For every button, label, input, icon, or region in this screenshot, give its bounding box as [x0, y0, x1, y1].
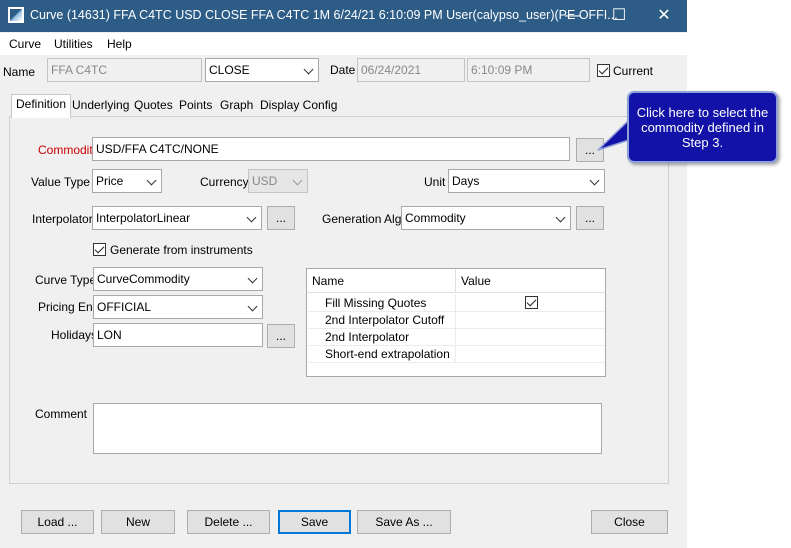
properties-table: Name Value Fill Missing Quotes 2nd Inter…: [306, 268, 606, 377]
currency-value: USD: [252, 174, 278, 188]
menu-curve[interactable]: Curve: [9, 37, 41, 51]
chevron-down-icon: [555, 212, 566, 223]
commodity-field[interactable]: USD/FFA C4TC/NONE: [92, 137, 570, 161]
new-button[interactable]: New: [101, 510, 175, 534]
holidays-button[interactable]: ...: [267, 324, 295, 348]
pricing-env-label: Pricing Env: [38, 300, 99, 314]
interpolator-value: InterpolatorLinear: [96, 211, 191, 225]
current-label: Current: [613, 64, 654, 78]
date-label: Date: [330, 63, 356, 77]
current-checkbox[interactable]: [597, 64, 610, 77]
column-header-value[interactable]: Value: [456, 269, 605, 293]
value-type-value: Price: [96, 174, 124, 188]
chevron-down-icon: [303, 64, 314, 75]
title-bar[interactable]: Curve (14631) FFA C4TC USD CLOSE FFA C4T…: [0, 0, 687, 32]
generation-value: Commodity: [405, 211, 466, 225]
minimize-icon: —: [565, 7, 581, 24]
close-icon: ✕: [657, 7, 671, 24]
window-title: Curve (14631) FFA C4TC USD CLOSE FFA C4T…: [30, 8, 618, 22]
interpolator-button[interactable]: ...: [267, 206, 295, 230]
minimize-button[interactable]: —: [550, 0, 596, 32]
save-as-button[interactable]: Save As ...: [357, 510, 451, 534]
row-name: 2nd Interpolator Cutoff: [325, 313, 445, 327]
interpolator-label: Interpolator: [32, 212, 93, 226]
chevron-down-icon: [292, 175, 303, 186]
tab-definition[interactable]: Definition: [11, 94, 72, 118]
row-name: Short-end extrapolation: [325, 347, 450, 361]
column-header-name[interactable]: Name: [307, 269, 456, 293]
currency-label: Currency: [200, 175, 249, 189]
fill-missing-quotes-checkbox[interactable]: [525, 296, 538, 309]
curve-type-label: Curve Type: [35, 273, 97, 287]
menu-help[interactable]: Help: [107, 37, 132, 51]
name-field[interactable]: FFA C4TC: [47, 58, 202, 82]
unit-label: Unit: [424, 175, 446, 189]
holidays-label: Holidays: [51, 328, 98, 342]
pricing-env-select[interactable]: OFFICIAL: [93, 295, 263, 319]
row-divider: [308, 328, 605, 329]
menu-utilities[interactable]: Utilities: [54, 37, 93, 51]
callout-pointer: [597, 118, 630, 151]
tab-underlying[interactable]: Underlying: [68, 96, 133, 116]
instruction-callout: Click here to select the commodity defin…: [627, 91, 778, 163]
name-label: Name: [3, 65, 36, 79]
currency-select[interactable]: USD: [248, 169, 308, 193]
chevron-down-icon: [146, 175, 157, 186]
chevron-down-icon: [589, 175, 600, 186]
comment-textarea[interactable]: [93, 403, 602, 454]
chevron-down-icon: [246, 212, 257, 223]
curve-type-value: CurveCommodity: [97, 272, 190, 286]
value-type-select[interactable]: Price: [92, 169, 162, 193]
row-divider: [308, 362, 605, 363]
close-button[interactable]: Close: [591, 510, 668, 534]
value-type-label: Value Type: [31, 175, 90, 189]
row-name: 2nd Interpolator: [325, 330, 410, 344]
chevron-down-icon: [247, 301, 258, 312]
column-divider: [455, 294, 456, 362]
interpolator-select[interactable]: InterpolatorLinear: [92, 206, 262, 230]
tab-points[interactable]: Points: [175, 96, 216, 116]
generation-button[interactable]: ...: [576, 206, 604, 230]
quote-set-value: CLOSE: [209, 63, 250, 77]
generate-label: Generate from instruments: [110, 243, 253, 257]
generate-checkbox[interactable]: [93, 243, 106, 256]
chevron-down-icon: [247, 273, 258, 284]
app-icon: [8, 7, 24, 23]
row-name: Fill Missing Quotes: [325, 296, 427, 310]
row-divider: [308, 345, 605, 346]
tab-quotes[interactable]: Quotes: [130, 96, 177, 116]
tab-graph[interactable]: Graph: [216, 96, 257, 116]
holidays-field[interactable]: LON: [93, 323, 263, 347]
unit-value: Days: [452, 174, 480, 188]
close-window-button[interactable]: ✕: [641, 0, 687, 32]
curve-type-select[interactable]: CurveCommodity: [93, 267, 263, 291]
unit-select[interactable]: Days: [448, 169, 605, 193]
date-field[interactable]: 06/24/2021: [357, 58, 465, 82]
delete-button[interactable]: Delete ...: [187, 510, 270, 534]
tab-display-config[interactable]: Display Config: [256, 96, 341, 116]
generation-select[interactable]: Commodity: [401, 206, 571, 230]
row-divider: [308, 311, 605, 312]
time-field[interactable]: 6:10:09 PM: [467, 58, 590, 82]
pricing-env-value: OFFICIAL: [97, 300, 152, 314]
save-button[interactable]: Save: [278, 510, 351, 534]
maximize-icon: ☐: [611, 7, 627, 24]
generation-label: Generation Alg.: [322, 212, 405, 226]
curve-window: Curve (14631) FFA C4TC USD CLOSE FFA C4T…: [0, 0, 687, 548]
quote-set-select[interactable]: CLOSE: [205, 58, 319, 82]
load-button[interactable]: Load ...: [21, 510, 94, 534]
menu-bar: Curve Utilities Help: [0, 33, 687, 55]
comment-label: Comment: [35, 407, 88, 421]
commodity-label: Commodity: [38, 143, 99, 157]
maximize-button[interactable]: ☐: [596, 0, 642, 32]
